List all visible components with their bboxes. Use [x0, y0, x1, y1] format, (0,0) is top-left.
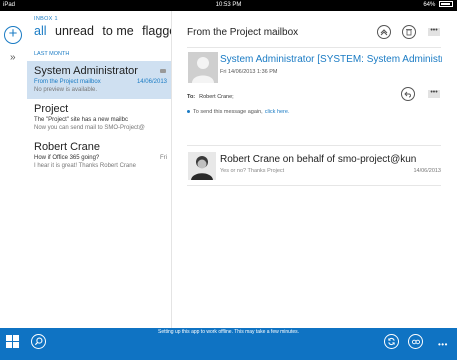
list-item-from: System Administrator [34, 65, 138, 77]
recipients: To: Robert Crane; [187, 94, 234, 100]
message-sender[interactable]: System Administrator [SYSTEM: System Adm… [220, 54, 442, 65]
list-item-from: Project [34, 103, 69, 115]
list-item-date: Fri [160, 155, 167, 161]
status-bar: iPad 10:53 PM 64% [0, 0, 457, 11]
battery-icon [439, 1, 453, 8]
list-item-system-administrator[interactable]: System Administrator From the Project ma… [27, 61, 171, 99]
default-avatar [188, 52, 218, 83]
resend-link[interactable]: click here. [265, 109, 290, 115]
filter-to-me[interactable]: to me [102, 24, 133, 38]
app-bar-more-button[interactable]: ••• [438, 340, 448, 349]
reading-pane: From the Project mailbox ••• System Admi… [172, 11, 457, 328]
sync-icon[interactable] [384, 334, 399, 349]
list-item-date: 14/06/2013 [136, 79, 167, 85]
conversation-title: From the Project mailbox [187, 27, 299, 38]
battery-level: 64% [423, 2, 436, 8]
left-rail: + » [0, 11, 27, 328]
message-sent-time: Fri 14/06/2013 1:36 PM [220, 69, 278, 75]
message-date: 14/06/2013 [413, 168, 441, 174]
search-icon[interactable] [31, 334, 46, 349]
resend-text: To send this message again, [193, 109, 263, 115]
info-dot-icon [187, 110, 190, 114]
app-bar: Setting up this app to work offline. Thi… [0, 328, 457, 360]
message-sender[interactable]: Robert Crane on behalf of smo-project@ku… [220, 154, 442, 165]
trash-icon[interactable] [402, 25, 416, 39]
list-item-subject: From the Project mailbox [34, 79, 101, 85]
list-item-project[interactable]: Project The "Project" site has a new mai… [27, 99, 171, 137]
list-item-robert-crane[interactable]: Robert Crane How if Office 365 going? Fr… [27, 137, 171, 175]
folder-name[interactable]: INBOX 1 [34, 16, 58, 22]
glasses-icon[interactable] [408, 334, 423, 349]
divider [187, 47, 441, 48]
filter-unread[interactable]: unread [55, 24, 94, 38]
list-item-from: Robert Crane [34, 141, 101, 153]
folders-icon[interactable] [6, 335, 19, 348]
group-header: LAST MONTH [34, 51, 70, 57]
filter-bar: all unread to me flagged [34, 24, 171, 38]
filter-flagged[interactable]: flagged [142, 24, 171, 38]
message-preview: Yes or no? Thanks Project [220, 168, 285, 174]
sender-photo [188, 152, 216, 180]
list-item-preview: I hear it is great! Thanks Robert Crane [34, 163, 136, 169]
list-item-preview: Now you can send mail to SMO-Project@ [34, 125, 145, 131]
more-actions-button[interactable]: ••• [428, 27, 440, 36]
list-item-subject: The "Project" site has a new mailbc [34, 117, 128, 123]
message-more-button[interactable]: ••• [428, 89, 440, 98]
list-item-preview: No preview is available. [34, 87, 98, 93]
app-frame: iPad 10:53 PM 64% + » INBOX 1 all unread… [0, 0, 457, 360]
compose-button[interactable]: + [4, 26, 22, 44]
clock: 10:53 PM [215, 2, 242, 8]
reply-all-icon[interactable] [377, 25, 391, 39]
message-list: INBOX 1 all unread to me flagged LAST MO… [27, 11, 172, 328]
recipient-name[interactable]: Robert Crane; [199, 94, 234, 100]
divider [187, 145, 441, 146]
divider [187, 185, 441, 186]
envelope-icon [160, 69, 166, 73]
reply-icon[interactable] [401, 87, 415, 101]
resend-notice: To send this message again, click here. [187, 109, 289, 115]
filter-all[interactable]: all [34, 24, 47, 38]
battery-indicator: 64% [423, 0, 453, 11]
list-item-subject: How if Office 365 going? [34, 155, 100, 161]
expand-folders-button[interactable]: » [10, 52, 16, 63]
to-label: To: [187, 94, 196, 100]
